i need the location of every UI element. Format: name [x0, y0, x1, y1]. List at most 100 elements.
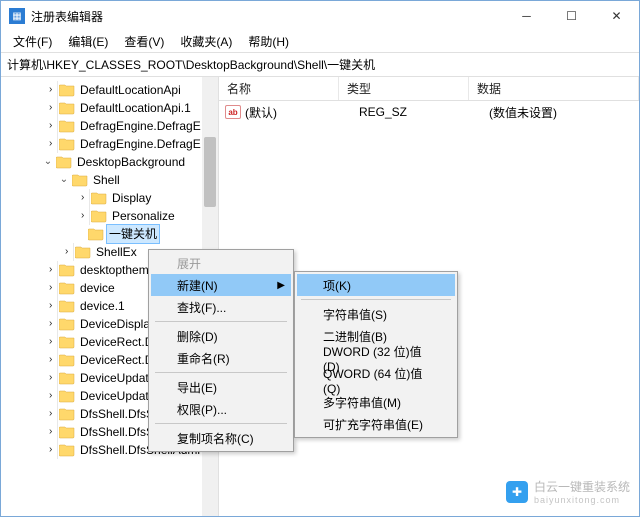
cm-new[interactable]: 新建(N)▶ — [151, 274, 291, 296]
chevron-right-icon[interactable] — [41, 117, 58, 135]
tree-node[interactable]: DefaultLocationApi — [1, 81, 218, 99]
cm-new-qword[interactable]: QWORD (64 位)值(Q) — [297, 369, 455, 391]
folder-icon — [59, 407, 75, 421]
menu-help[interactable]: 帮助(H) — [240, 31, 297, 52]
tree-node[interactable]: DesktopBackground — [1, 153, 218, 171]
tree-node-label: DesktopBackground — [75, 153, 187, 171]
tree-node-label: DeviceUpdat — [78, 369, 151, 387]
cm-new-expand[interactable]: 可扩充字符串值(E) — [297, 413, 455, 435]
chevron-right-icon[interactable] — [41, 81, 58, 99]
tree-scroll-thumb[interactable] — [204, 137, 216, 207]
cm-export[interactable]: 导出(E) — [151, 376, 291, 398]
tree-node[interactable]: Display — [1, 189, 218, 207]
tree-node[interactable]: DefragEngine.DefragE — [1, 117, 218, 135]
folder-icon — [59, 137, 75, 151]
cm-rename[interactable]: 重命名(R) — [151, 347, 291, 369]
watermark-sub: baiyunxitong.com — [534, 495, 630, 505]
menu-fav[interactable]: 收藏夹(A) — [172, 31, 240, 52]
cm-delete[interactable]: 删除(D) — [151, 325, 291, 347]
chevron-right-icon[interactable] — [41, 333, 58, 351]
cm-expand: 展开 — [151, 252, 291, 274]
tree-node[interactable]: 一键关机 — [1, 225, 218, 243]
col-type[interactable]: 类型 — [339, 77, 469, 100]
tree-node-label: DefragEngine.DefragE — [78, 135, 203, 153]
window-buttons: ─ ☐ ✕ — [504, 1, 639, 31]
value-name: (默认) — [245, 104, 359, 121]
tree-node[interactable]: Personalize — [1, 207, 218, 225]
watermark-text: 白云一键重装系统 — [534, 478, 630, 495]
tree-node-label: 一键关机 — [107, 225, 159, 243]
col-name[interactable]: 名称 — [219, 77, 339, 100]
cm-new-key[interactable]: 项(K) — [297, 274, 455, 296]
regedit-icon — [9, 8, 25, 24]
folder-icon — [59, 119, 75, 133]
tree-node[interactable]: DefaultLocationApi.1 — [1, 99, 218, 117]
folder-icon — [88, 227, 104, 241]
menu-file[interactable]: 文件(F) — [5, 31, 60, 52]
tree-node[interactable]: DefragEngine.DefragE — [1, 135, 218, 153]
chevron-right-icon[interactable] — [73, 207, 90, 225]
tree-node-label: DefaultLocationApi.1 — [78, 99, 193, 117]
address-bar — [1, 53, 639, 77]
chevron-right-icon[interactable] — [41, 405, 58, 423]
folder-icon — [72, 173, 88, 187]
folder-icon — [59, 317, 75, 331]
chevron-right-icon[interactable] — [41, 423, 58, 441]
chevron-down-icon[interactable] — [57, 171, 71, 189]
folder-icon — [59, 353, 75, 367]
chevron-right-icon[interactable] — [41, 369, 58, 387]
folder-icon — [59, 371, 75, 385]
folder-icon — [91, 191, 107, 205]
menu-view[interactable]: 查看(V) — [116, 31, 172, 52]
close-button[interactable]: ✕ — [594, 1, 639, 31]
cm-sep — [301, 299, 451, 300]
address-input[interactable] — [7, 58, 633, 72]
chevron-right-icon[interactable] — [41, 351, 58, 369]
folder-icon — [59, 389, 75, 403]
minimize-button[interactable]: ─ — [504, 1, 549, 31]
tree-node-label: DeviceDispla — [78, 315, 152, 333]
string-value-icon: ab — [225, 105, 241, 119]
chevron-right-icon: ▶ — [277, 280, 285, 291]
cm-sep — [155, 372, 287, 373]
cm-new-string[interactable]: 字符串值(S) — [297, 303, 455, 325]
cm-sep — [155, 423, 287, 424]
folder-icon — [56, 155, 72, 169]
chevron-down-icon[interactable] — [41, 153, 55, 171]
chevron-right-icon[interactable] — [41, 441, 58, 459]
cm-perm[interactable]: 权限(P)... — [151, 398, 291, 420]
value-row[interactable]: ab (默认) REG_SZ (数值未设置) — [219, 103, 639, 121]
folder-icon — [59, 83, 75, 97]
tree-node[interactable]: Shell — [1, 171, 218, 189]
chevron-right-icon[interactable] — [41, 297, 58, 315]
cm-copyname[interactable]: 复制项名称(C) — [151, 427, 291, 449]
watermark-logo-icon: ✚ — [506, 481, 528, 503]
titlebar: 注册表编辑器 ─ ☐ ✕ — [1, 1, 639, 31]
context-menu-main: 展开 新建(N)▶ 查找(F)... 删除(D) 重命名(R) 导出(E) 权限… — [148, 249, 294, 452]
chevron-right-icon[interactable] — [73, 189, 90, 207]
value-data: (数值未设置) — [489, 104, 639, 121]
tree-node-label: DeviceRect.D — [78, 333, 155, 351]
tree-node-label: Personalize — [110, 207, 177, 225]
folder-icon — [59, 443, 75, 457]
chevron-right-icon[interactable] — [41, 279, 58, 297]
col-data[interactable]: 数据 — [469, 77, 639, 100]
chevron-right-icon[interactable] — [41, 261, 58, 279]
tree-node-label: device.1 — [78, 297, 127, 315]
context-menu-new: 项(K) 字符串值(S) 二进制值(B) DWORD (32 位)值(D) QW… — [294, 271, 458, 438]
chevron-right-icon[interactable] — [41, 99, 58, 117]
folder-icon — [59, 263, 75, 277]
chevron-right-icon[interactable] — [41, 135, 58, 153]
tree-node-label: Shell — [91, 171, 122, 189]
cm-new-multi[interactable]: 多字符串值(M) — [297, 391, 455, 413]
chevron-right-icon[interactable] — [41, 315, 58, 333]
menu-edit[interactable]: 编辑(E) — [60, 31, 116, 52]
chevron-right-icon[interactable] — [41, 387, 58, 405]
maximize-button[interactable]: ☐ — [549, 1, 594, 31]
watermark: ✚ 白云一键重装系统 baiyunxitong.com — [506, 478, 630, 505]
cm-find[interactable]: 查找(F)... — [151, 296, 291, 318]
registry-editor-window: 注册表编辑器 ─ ☐ ✕ 文件(F) 编辑(E) 查看(V) 收藏夹(A) 帮助… — [0, 0, 640, 517]
chevron-right-icon[interactable] — [57, 243, 74, 261]
folder-icon — [59, 425, 75, 439]
list-header: 名称 类型 数据 — [219, 77, 639, 101]
